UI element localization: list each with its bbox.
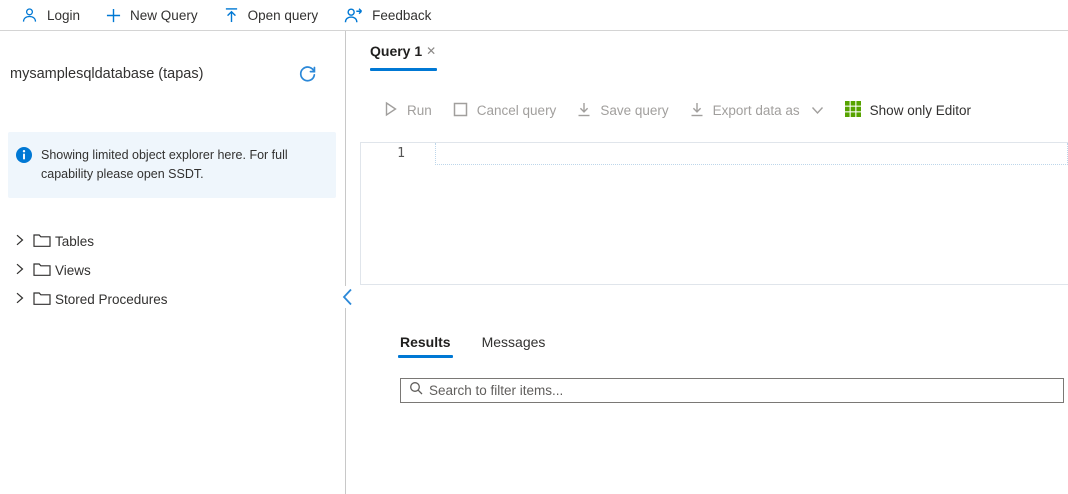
play-icon: [383, 101, 398, 120]
cancel-query-label: Cancel query: [476, 103, 557, 118]
object-tree: Tables Views Stored Procedures: [0, 227, 345, 314]
feedback-button[interactable]: Feedback: [331, 0, 444, 30]
show-only-editor-button[interactable]: Show only Editor: [844, 101, 971, 120]
folder-icon: [33, 262, 51, 279]
chevron-right-icon[interactable]: [14, 234, 25, 249]
info-banner: Showing limited object explorer here. Fo…: [8, 132, 336, 198]
tree-item-stored-procedures[interactable]: Stored Procedures: [0, 285, 345, 314]
chevron-right-icon[interactable]: [14, 263, 25, 278]
close-tab-icon[interactable]: ✕: [426, 44, 436, 58]
object-explorer-sidebar: mysamplesqldatabase (tapas) Showing limi…: [0, 31, 346, 494]
results-filter-searchbox[interactable]: [400, 378, 1064, 403]
active-tab-underline: [370, 68, 437, 71]
tree-item-label: Stored Procedures: [55, 292, 168, 307]
stop-square-icon: [453, 102, 468, 120]
new-query-button[interactable]: New Query: [93, 0, 211, 30]
open-query-label: Open query: [247, 7, 319, 23]
export-data-as-label: Export data as: [712, 103, 800, 118]
tab-messages[interactable]: Messages: [482, 334, 546, 358]
show-only-editor-label: Show only Editor: [869, 103, 971, 118]
download-icon: [690, 102, 704, 120]
save-query-button[interactable]: Save query: [577, 102, 669, 120]
info-icon: [16, 146, 32, 184]
chevron-right-icon[interactable]: [14, 292, 25, 307]
collapse-sidebar-button[interactable]: [339, 286, 355, 308]
upload-icon: [224, 7, 239, 23]
tree-item-label: Tables: [55, 234, 95, 249]
search-input[interactable]: [429, 383, 1055, 398]
feedback-icon: [344, 7, 363, 23]
tree-item-tables[interactable]: Tables: [0, 227, 345, 256]
database-title: mysamplesqldatabase (tapas): [10, 66, 204, 82]
folder-icon: [33, 291, 51, 308]
download-icon: [577, 102, 591, 120]
grid-icon: [844, 101, 861, 120]
export-data-as-button[interactable]: Export data as: [690, 102, 824, 120]
login-button[interactable]: Login: [8, 0, 93, 30]
chevron-down-icon: [811, 103, 824, 118]
tree-item-views[interactable]: Views: [0, 256, 345, 285]
top-command-bar: Login New Query Open query Feedback: [0, 0, 1068, 31]
save-query-label: Save query: [600, 103, 669, 118]
run-label: Run: [407, 103, 432, 118]
cancel-query-button[interactable]: Cancel query: [453, 102, 557, 120]
person-icon: [21, 7, 38, 24]
open-query-button[interactable]: Open query: [211, 0, 332, 30]
run-button[interactable]: Run: [383, 101, 432, 120]
refresh-button[interactable]: [298, 64, 317, 88]
chevron-left-icon: [342, 288, 352, 306]
feedback-label: Feedback: [372, 7, 432, 23]
database-header: mysamplesqldatabase (tapas): [10, 64, 330, 88]
query-editor-pane: Query 1 ✕ Run Cancel query Save query Ex…: [346, 31, 1068, 494]
new-query-label: New Query: [130, 7, 198, 23]
results-tab-bar: Results Messages: [398, 334, 546, 358]
tree-item-label: Views: [55, 263, 91, 278]
login-label: Login: [47, 7, 81, 23]
query-toolbar: Run Cancel query Save query Export data …: [383, 101, 992, 120]
search-icon: [409, 381, 423, 400]
editor-current-line[interactable]: [435, 143, 1068, 165]
tab-query-1[interactable]: Query 1 ✕: [370, 43, 437, 71]
plus-icon: [106, 8, 121, 23]
tab-query-1-label: Query 1: [370, 43, 423, 59]
sql-editor[interactable]: 1: [360, 142, 1068, 285]
folder-icon: [33, 233, 51, 250]
editor-line-number: 1: [397, 146, 405, 161]
tab-results[interactable]: Results: [398, 334, 453, 358]
info-banner-text: Showing limited object explorer here. Fo…: [41, 148, 288, 181]
